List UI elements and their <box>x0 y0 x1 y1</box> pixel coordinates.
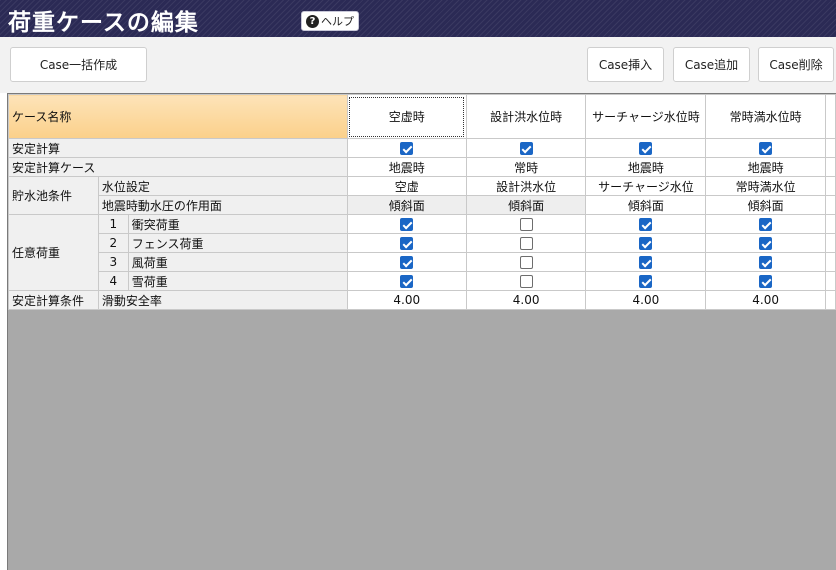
case-grid: ケース名称 空虚時 設計洪水位時 サーチャージ水位時 常時満水位時 安定計算 安… <box>8 94 836 310</box>
optional-load-row: 2 フェンス荷重 <box>9 233 836 253</box>
case-insert-button[interactable]: Case挿入 <box>587 47 664 82</box>
seismic-face-row: 地震時動水圧の作用面 傾斜面 傾斜面 傾斜面 傾斜面 <box>9 195 836 215</box>
case-name-header: ケース名称 <box>8 94 348 139</box>
grid-edge <box>824 94 836 139</box>
checkbox[interactable] <box>400 218 414 231</box>
row-number: 4 <box>97 271 129 291</box>
checkbox[interactable] <box>759 275 773 288</box>
checkbox[interactable] <box>639 218 653 231</box>
checkbox[interactable] <box>759 142 773 155</box>
checkbox[interactable] <box>759 256 773 269</box>
water-level-row: 貯水池条件 水位設定 空虚 設計洪水位 サーチャージ水位 常時満水位 <box>8 176 836 215</box>
case-column-header[interactable]: 設計洪水位時 <box>465 94 587 139</box>
cell-value[interactable]: サーチャージ水位 <box>585 176 707 196</box>
row-label: 風荷重 <box>127 252 348 272</box>
checkbox[interactable] <box>519 142 533 155</box>
toolbar: Case一括作成 Case挿入 Case追加 Case削除 <box>0 37 836 93</box>
cell-value[interactable]: 地震時 <box>346 157 467 177</box>
cell-value[interactable]: 4.00 <box>585 290 707 310</box>
cell-value[interactable]: 常時 <box>465 157 587 177</box>
checkbox[interactable] <box>519 218 533 231</box>
row-label: 安定計算 <box>8 138 348 158</box>
question-icon: ? <box>306 14 319 28</box>
cell-value[interactable]: 設計洪水位 <box>465 176 587 196</box>
row-label: 地震時動水圧の作用面 <box>97 195 348 215</box>
help-label: ヘルプ <box>321 15 354 28</box>
row-label: 雪荷重 <box>127 271 348 291</box>
row-number: 1 <box>97 214 129 234</box>
cell-value[interactable]: 4.00 <box>465 290 587 310</box>
cell-value[interactable]: 傾斜面 <box>465 195 587 215</box>
group-label: 安定計算条件 <box>8 290 99 310</box>
row-label: 安定計算ケース <box>8 157 348 177</box>
title-bar: 荷重ケースの編集 ? ヘルプ <box>0 0 836 37</box>
checkbox[interactable] <box>400 275 414 288</box>
checkbox[interactable] <box>400 142 414 155</box>
stability-calc-row: 安定計算 <box>8 138 836 158</box>
row-label: フェンス荷重 <box>127 233 348 253</box>
checkbox[interactable] <box>639 237 653 250</box>
case-column-header[interactable]: 空虚時 <box>346 94 467 139</box>
cell-value[interactable]: 傾斜面 <box>705 195 826 215</box>
case-delete-button[interactable]: Case削除 <box>758 47 834 82</box>
checkbox[interactable] <box>400 237 414 250</box>
header-row: ケース名称 空虚時 設計洪水位時 サーチャージ水位時 常時満水位時 <box>8 94 836 139</box>
sliding-safety-row: 安定計算条件 滑動安全率 4.00 4.00 4.00 4.00 <box>8 290 836 310</box>
case-add-button[interactable]: Case追加 <box>673 47 750 82</box>
window-title: 荷重ケースの編集 <box>8 10 199 36</box>
case-column-header[interactable]: 常時満水位時 <box>705 94 826 139</box>
group-label: 貯水池条件 <box>8 176 99 215</box>
cell-value[interactable]: 地震時 <box>705 157 826 177</box>
case-grid-area[interactable]: ケース名称 空虚時 設計洪水位時 サーチャージ水位時 常時満水位時 安定計算 安… <box>7 93 836 570</box>
checkbox[interactable] <box>759 237 773 250</box>
row-label: 滑動安全率 <box>97 290 348 310</box>
checkbox[interactable] <box>400 256 414 269</box>
optional-load-row: 3 風荷重 <box>9 252 836 272</box>
cell-value[interactable]: 傾斜面 <box>585 195 707 215</box>
checkbox[interactable] <box>519 256 533 269</box>
checkbox[interactable] <box>639 142 653 155</box>
cell-value[interactable]: 4.00 <box>346 290 467 310</box>
case-bulk-create-button[interactable]: Case一括作成 <box>10 47 147 82</box>
help-button[interactable]: ? ヘルプ <box>301 11 359 31</box>
cell-value[interactable]: 傾斜面 <box>346 195 467 215</box>
checkbox[interactable] <box>519 275 533 288</box>
row-label: 衝突荷重 <box>127 214 348 234</box>
row-label: 水位設定 <box>97 176 348 196</box>
optional-load-row: 任意荷重 1 衝突荷重 <box>8 214 836 291</box>
row-number: 2 <box>97 233 129 253</box>
row-number: 3 <box>97 252 129 272</box>
checkbox[interactable] <box>759 218 773 231</box>
group-label: 任意荷重 <box>8 214 99 291</box>
cell-value[interactable]: 常時満水位 <box>705 176 826 196</box>
cell-value[interactable]: 空虚 <box>346 176 467 196</box>
cell-value[interactable]: 4.00 <box>705 290 826 310</box>
checkbox[interactable] <box>639 275 653 288</box>
optional-load-row: 4 雪荷重 <box>9 271 836 291</box>
cell-value[interactable]: 地震時 <box>585 157 707 177</box>
stability-case-row: 安定計算ケース 地震時 常時 地震時 地震時 <box>8 157 836 177</box>
case-column-header[interactable]: サーチャージ水位時 <box>585 94 707 139</box>
checkbox[interactable] <box>639 256 653 269</box>
checkbox[interactable] <box>519 237 533 250</box>
